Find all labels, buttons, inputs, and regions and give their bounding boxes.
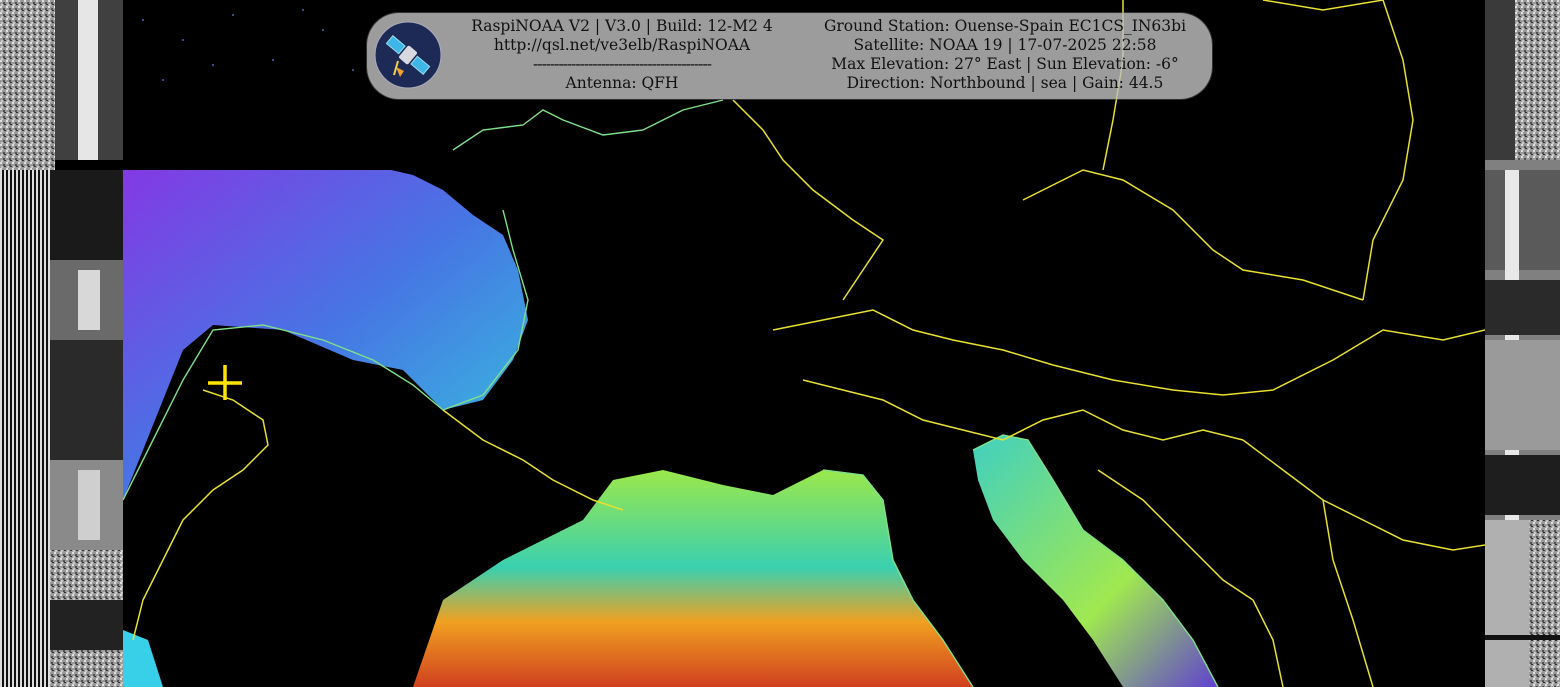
separator-line: ----------------------------------------… — [533, 55, 712, 73]
antenna-line: Antenna: QFH — [565, 74, 679, 92]
noise-dots — [142, 9, 354, 81]
sea-temperature-adriatic — [973, 435, 1218, 687]
crosshair-marker-icon — [208, 365, 242, 400]
satellite-image-frame: RaspiNOAA V2 | V3.0 | Build: 12-M2 4 htt… — [0, 0, 1560, 687]
banner-right-column: Ground Station: Ouense-Spain EC1CS_IN63b… — [807, 17, 1203, 93]
cloud-mass — [123, 170, 528, 500]
map-image — [123, 0, 1485, 687]
left-telemetry-strip — [0, 0, 123, 687]
banner-left-column: RaspiNOAA V2 | V3.0 | Build: 12-M2 4 htt… — [447, 17, 797, 93]
sea-temperature-west — [413, 470, 973, 687]
right-telemetry-strip — [1485, 0, 1560, 687]
website-link[interactable]: http://qsl.net/ve3elb/RaspiNOAA — [447, 36, 797, 55]
info-banner: RaspiNOAA V2 | V3.0 | Build: 12-M2 4 htt… — [367, 13, 1212, 99]
ground-station-line: Ground Station: Ouense-Spain EC1CS_IN63b… — [823, 17, 1187, 35]
satellite-line: Satellite: NOAA 19 | 17-07-2025 22:58 — [853, 36, 1157, 54]
cloud-patch — [123, 630, 163, 687]
software-version-line: RaspiNOAA V2 | V3.0 | Build: 12-M2 4 — [471, 17, 773, 35]
direction-line: Direction: Northbound | sea | Gain: 44.5 — [846, 74, 1164, 92]
elevation-line: Max Elevation: 27° East | Sun Elevation:… — [831, 55, 1179, 73]
satellite-logo-icon — [374, 21, 442, 89]
